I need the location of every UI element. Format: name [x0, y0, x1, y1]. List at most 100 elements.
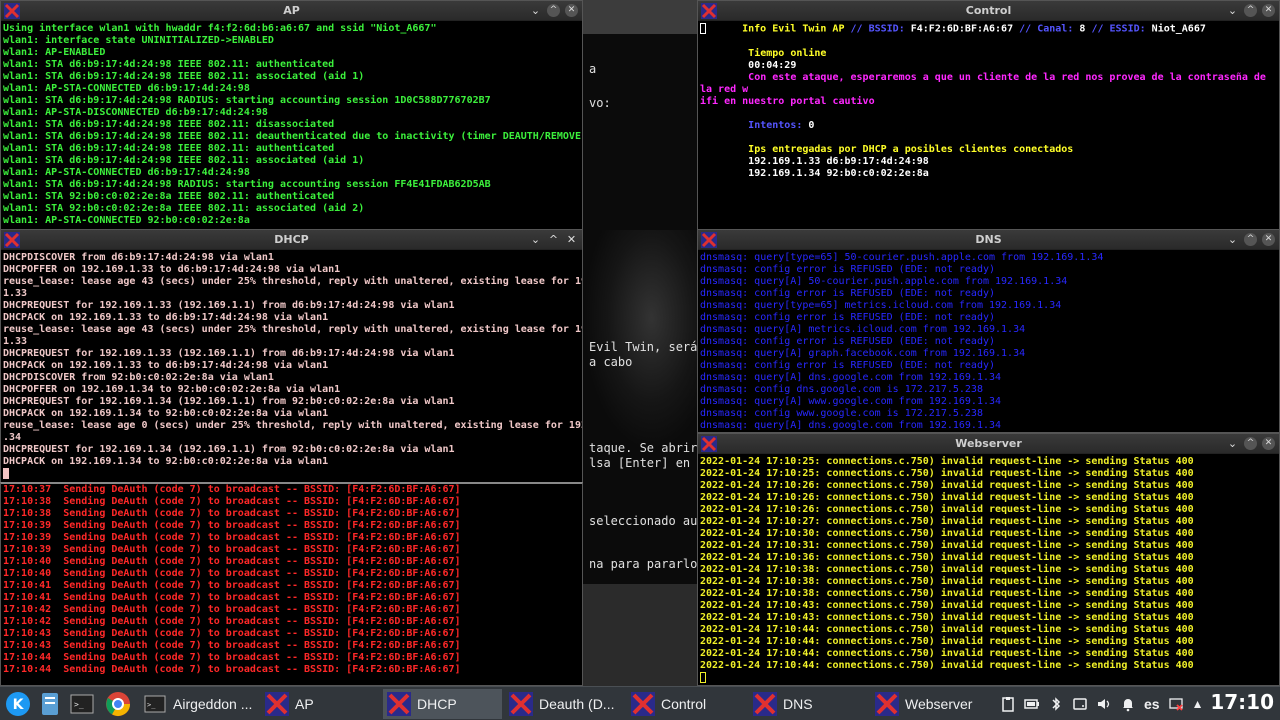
deauth-log[interactable]: 17:10:37 Sending DeAuth (code 7) to broa… [3, 484, 582, 685]
dns-titlebar[interactable]: DNS ⌄ ^ ✕ [698, 230, 1279, 250]
ap-title: AP [283, 4, 300, 17]
dhcp-titlebar[interactable]: DHCP ⌄ ^ ✕ [1, 230, 582, 250]
file-manager-icon[interactable] [36, 690, 64, 718]
log-line: dnsmasq: config dns.google.com is 172.21… [700, 384, 983, 395]
log-line: dnsmasq: config www.google.com is 172.21… [700, 408, 983, 419]
log-line: wlan1: STA d6:b9:17:4d:24:98 IEEE 802.11… [3, 59, 335, 70]
log-line: DHCPREQUEST for 192.169.1.34 (192.169.1.… [3, 444, 455, 455]
ip-entry: 192.169.1.34 92:b0:c0:02:2e:8a [748, 167, 929, 179]
log-line: 2022-01-24 17:10:25: connections.c.750) … [700, 456, 1194, 467]
chevron-down-icon[interactable]: ⌄ [1226, 4, 1239, 17]
maximize-icon[interactable]: ^ [1244, 437, 1257, 450]
attack-message: Con este ataque, esperaremos a que un cl… [700, 71, 1272, 95]
task-airgeddon[interactable]: >_ Airgeddon ... [139, 689, 258, 719]
log-line: 17:10:43 Sending DeAuth (code 7) to broa… [3, 640, 461, 651]
log-line: 1.33 [3, 336, 28, 347]
volume-icon[interactable] [1096, 696, 1112, 712]
chevron-down-icon[interactable]: ⌄ [529, 233, 542, 246]
log-line: wlan1: AP-STA-DISCONNECTED d6:b9:17:4d:2… [3, 107, 268, 118]
log-line: wlan1: STA d6:b9:17:4d:24:98 IEEE 802.11… [3, 119, 335, 130]
log-line: wlan1: STA 92:b0:c0:02:2e:8a IEEE 802.11… [3, 191, 335, 202]
ap-log[interactable]: Using interface wlan1 with hwaddr f4:f2:… [3, 23, 582, 229]
log-line: reuse_lease: lease age 43 (secs) under 2… [3, 276, 582, 287]
notifications-icon[interactable] [1120, 696, 1136, 712]
task-deauth[interactable]: Deauth (D... [505, 689, 624, 719]
webserver-log[interactable]: 2022-01-24 17:10:25: connections.c.750) … [700, 456, 1279, 685]
task-dhcp[interactable]: DHCP [383, 689, 502, 719]
log-line: 17:10:37 Sending DeAuth (code 7) to broa… [3, 484, 461, 495]
maximize-icon[interactable]: ^ [1244, 233, 1257, 246]
kde-menu-icon[interactable]: K [4, 690, 32, 718]
bluetooth-icon[interactable] [1048, 696, 1064, 712]
close-icon[interactable]: ✕ [1262, 233, 1275, 246]
keyboard-layout[interactable]: es [1144, 696, 1160, 712]
task-ap[interactable]: AP [261, 689, 380, 719]
control-content[interactable]: Info Evil Twin AP // BSSID: F4:F2:6D:BF:… [700, 23, 1279, 229]
webserver-title: Webserver [955, 437, 1022, 450]
bg-line: a cabo [589, 355, 633, 369]
dhcp-log[interactable]: DHCPDISCOVER from d6:b9:17:4d:24:98 via … [3, 252, 582, 482]
network-disconnected-icon[interactable] [1168, 696, 1184, 712]
webserver-window[interactable]: Webserver ⌄ ^ ✕ 2022-01-24 17:10:25: con… [697, 433, 1280, 686]
xterm-icon [509, 692, 533, 716]
terminal-cursor [700, 672, 706, 683]
close-icon[interactable]: ✕ [565, 233, 578, 246]
dns-log[interactable]: dnsmasq: query[type=65] 50-courier.push.… [700, 252, 1279, 432]
close-icon[interactable]: ✕ [565, 4, 578, 17]
chrome-icon[interactable] [104, 690, 132, 718]
log-line: 17:10:42 Sending DeAuth (code 7) to broa… [3, 604, 461, 615]
log-line: Using interface wlan1 with hwaddr f4:f2:… [3, 23, 437, 34]
bg-line: a [589, 62, 597, 76]
log-line: dnsmasq: query[A] dns.google.com from 19… [700, 420, 1002, 431]
task-dns[interactable]: DNS [749, 689, 868, 719]
ips-label: Ips entregadas por DHCP a posibles clien… [748, 143, 1074, 155]
log-line: dnsmasq: config error is REFUSED (EDE: n… [700, 312, 996, 323]
log-line: 17:10:43 Sending DeAuth (code 7) to broa… [3, 628, 461, 639]
log-line: wlan1: AP-STA-CONNECTED d6:b9:17:4d:24:9… [3, 167, 250, 178]
xterm-icon [265, 692, 289, 716]
log-line: dnsmasq: query[A] dns.google.com from 19… [700, 372, 1002, 383]
deauth-window[interactable]: 17:10:37 Sending DeAuth (code 7) to broa… [0, 482, 583, 686]
storage-icon[interactable] [1072, 696, 1088, 712]
chevron-down-icon[interactable]: ⌄ [529, 4, 542, 17]
maximize-icon[interactable]: ^ [1244, 4, 1257, 17]
terminal-icon[interactable]: >_ [68, 690, 96, 718]
xterm-icon [631, 692, 655, 716]
task-control[interactable]: Control [627, 689, 746, 719]
attempts-line: Intentos: 0 [748, 119, 815, 131]
close-icon[interactable]: ✕ [1262, 437, 1275, 450]
log-line: dnsmasq: query[type=65] metrics.icloud.c… [700, 300, 1062, 311]
log-line: dnsmasq: query[A] graph.facebook.com fro… [700, 348, 1026, 359]
log-line: 17:10:39 Sending DeAuth (code 7) to broa… [3, 532, 461, 543]
dhcp-window[interactable]: DHCP ⌄ ^ ✕ DHCPDISCOVER from d6:b9:17:4d… [0, 229, 583, 483]
dns-window[interactable]: DNS ⌄ ^ ✕ dnsmasq: query[type=65] 50-cou… [697, 229, 1280, 433]
terminal-cursor [700, 23, 706, 34]
chevron-down-icon[interactable]: ⌄ [1226, 233, 1239, 246]
log-line: reuse_lease: lease age 0 (secs) under 25… [3, 420, 582, 431]
bg-line: Evil Twin, será [589, 340, 697, 354]
log-line: 17:10:40 Sending DeAuth (code 7) to broa… [3, 556, 461, 567]
terminal-icon: >_ [144, 695, 166, 713]
log-line: wlan1: STA d6:b9:17:4d:24:98 IEEE 802.11… [3, 71, 365, 82]
log-line: 2022-01-24 17:10:36: connections.c.750) … [700, 552, 1194, 563]
ap-titlebar[interactable]: AP ⌄ ^ ✕ [1, 1, 582, 21]
control-titlebar[interactable]: Control ⌄ ^ ✕ [698, 1, 1279, 21]
clock[interactable]: 17:10 [1210, 690, 1274, 714]
log-line: 17:10:42 Sending DeAuth (code 7) to broa… [3, 616, 461, 627]
close-icon[interactable]: ✕ [1262, 4, 1275, 17]
log-line: 17:10:39 Sending DeAuth (code 7) to broa… [3, 520, 461, 531]
maximize-icon[interactable]: ^ [547, 233, 560, 246]
log-line: 17:10:44 Sending DeAuth (code 7) to broa… [3, 652, 461, 663]
dhcp-title: DHCP [274, 233, 309, 246]
airgeddon-terminal[interactable]: a vo: Evil Twin, será a cabo taque. Se a… [583, 0, 697, 686]
clipboard-icon[interactable] [1000, 696, 1016, 712]
tray-expand-icon[interactable]: ▲ [1192, 697, 1204, 711]
maximize-icon[interactable]: ^ [547, 4, 560, 17]
chevron-down-icon[interactable]: ⌄ [1226, 437, 1239, 450]
ap-window[interactable]: AP ⌄ ^ ✕ Using interface wlan1 with hwad… [0, 0, 583, 230]
log-line: 17:10:44 Sending DeAuth (code 7) to broa… [3, 664, 461, 675]
control-window[interactable]: Control ⌄ ^ ✕ Info Evil Twin AP // BSSID… [697, 0, 1280, 230]
battery-icon[interactable] [1024, 696, 1040, 712]
webserver-titlebar[interactable]: Webserver ⌄ ^ ✕ [698, 434, 1279, 454]
task-webserver[interactable]: Webserver [871, 689, 990, 719]
